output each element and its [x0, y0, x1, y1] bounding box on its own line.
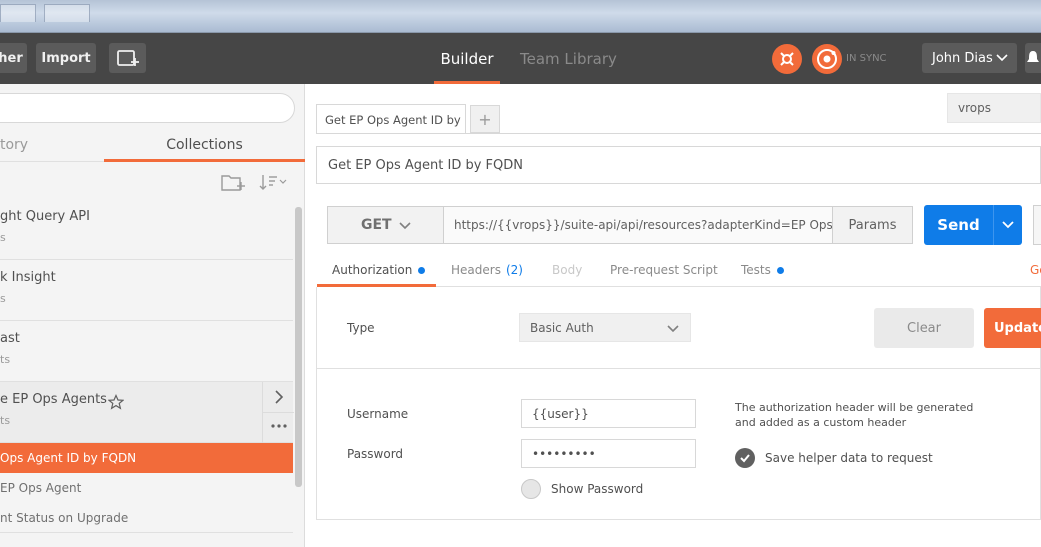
save-button[interactable]	[1033, 205, 1041, 245]
team-library-tab[interactable]: Team Library	[520, 33, 617, 84]
password-label: Password	[347, 447, 404, 461]
username-label: Username	[347, 407, 409, 421]
auth-note: The authorization header will be generat…	[735, 401, 974, 429]
bell-icon	[1027, 51, 1039, 62]
send-button[interactable]: Send	[924, 205, 993, 245]
tab-authorization[interactable]: Authorization	[332, 255, 426, 285]
window-chrome	[0, 0, 1041, 33]
request-label: EP Ops Agent	[0, 481, 82, 495]
divider	[263, 412, 294, 413]
collection-request-count: s	[0, 231, 6, 244]
send-options-button[interactable]	[993, 205, 1022, 245]
tab-pre-request-script[interactable]: Pre-request Script	[610, 255, 718, 285]
indicator-dot	[776, 266, 784, 274]
star-icon[interactable]	[108, 394, 124, 410]
clear-button[interactable]: Clear	[874, 308, 974, 348]
tab-label: Tests	[741, 263, 771, 277]
new-button[interactable]: her	[0, 43, 27, 73]
url-input[interactable]: https://{{vrops}}/suite-api/api/resource…	[443, 206, 833, 244]
more-icon[interactable]	[269, 422, 289, 430]
method-select[interactable]: GET	[327, 206, 444, 244]
import-button[interactable]: Import	[36, 43, 96, 73]
tab-label: Headers	[451, 263, 501, 277]
type-label: Type	[347, 321, 375, 335]
collection-request-count: ts	[0, 353, 11, 366]
request-item[interactable]: EP Ops Agent	[0, 473, 293, 503]
chevron-down-icon	[667, 325, 679, 333]
collection-name: e EP Ops Agents	[0, 392, 107, 407]
params-button[interactable]: Params	[832, 206, 913, 244]
request-item[interactable]: nt Status on Upgrade	[0, 503, 293, 533]
collection-name: k Insight	[0, 270, 56, 285]
section-divider	[316, 368, 1041, 369]
sort-icon[interactable]	[258, 172, 288, 192]
collection-item-active[interactable]: e EP Ops Agents ts	[0, 382, 294, 443]
plus-icon: +	[478, 109, 492, 129]
username-field[interactable]: {{user}}	[521, 399, 696, 428]
sync-status: IN SYNC	[846, 53, 887, 64]
builder-tab[interactable]: Builder	[434, 33, 500, 84]
request-name-bar[interactable]: Get EP Ops Agent ID by FQDN	[316, 146, 1041, 184]
tab-label: Authorization	[332, 263, 413, 277]
tab-divider	[316, 133, 1041, 134]
active-tab-indicator	[104, 159, 305, 162]
app-header: her Import Builder Team Library IN SYNC	[0, 33, 1041, 84]
notifications-button[interactable]	[1025, 43, 1041, 73]
tab-body[interactable]: Body	[552, 255, 582, 285]
headers-count: (2)	[505, 263, 523, 277]
tab-history[interactable]: tory	[0, 128, 28, 162]
show-password-toggle[interactable]	[521, 479, 541, 499]
auth-type-value: Basic Auth	[530, 320, 594, 335]
tab-collections[interactable]: Collections	[104, 128, 305, 162]
browser-tab[interactable]	[44, 4, 90, 22]
sidebar-scrollbar[interactable]	[295, 207, 302, 487]
collection-name: ast	[0, 331, 20, 346]
new-folder-icon[interactable]	[220, 172, 246, 192]
save-helper-label: Save helper data to request	[765, 451, 933, 465]
team-library-label: Team Library	[520, 49, 617, 68]
chevron-down-icon	[996, 54, 1008, 62]
satellite-icon	[780, 52, 794, 66]
new-window-icon	[116, 50, 139, 66]
chevron-right-icon[interactable]	[272, 389, 286, 405]
show-password-label: Show Password	[551, 482, 644, 496]
environment-select[interactable]: vrops	[947, 93, 1041, 123]
collection-item[interactable]: ght Query API s	[0, 199, 293, 260]
new-window-button[interactable]	[109, 43, 146, 73]
collection-name: ght Query API	[0, 209, 90, 224]
update-request-button[interactable]: Update Request	[984, 308, 1041, 348]
new-tab-button[interactable]: +	[470, 105, 500, 133]
request-label: Ops Agent ID by FQDN	[0, 451, 137, 465]
request-builder: Get EP Ops Agent ID by FQDN + vrops Get …	[306, 84, 1041, 547]
search-input[interactable]	[0, 93, 295, 123]
password-field[interactable]: •••••••••	[521, 439, 696, 468]
request-tab[interactable]: Get EP Ops Agent ID by FQDN	[316, 104, 466, 134]
chevron-down-icon	[399, 222, 411, 230]
tab-tests[interactable]: Tests	[741, 255, 784, 285]
user-menu[interactable]: John Dias	[922, 43, 1017, 73]
save-helper-checkbox[interactable]	[735, 448, 755, 468]
request-label: nt Status on Upgrade	[0, 510, 129, 525]
chevron-down-icon	[1002, 221, 1014, 229]
generate-code-link[interactable]: Ge	[1030, 263, 1041, 277]
collection-item[interactable]: k Insight s	[0, 260, 293, 321]
indicator-dot	[418, 266, 426, 274]
method-label: GET	[361, 217, 392, 233]
sync-icon	[817, 49, 837, 69]
tab-headers[interactable]: Headers (2)	[451, 255, 523, 285]
collection-actions	[262, 382, 294, 443]
browser-tab[interactable]	[0, 4, 36, 22]
sync-button[interactable]	[812, 44, 842, 74]
sidebar: tory Collections ght Query API s k Insig…	[0, 84, 305, 547]
interceptor-button[interactable]	[772, 44, 802, 74]
check-icon	[740, 454, 750, 463]
collection-item[interactable]: ast ts	[0, 321, 293, 382]
collection-request-count: ts	[0, 414, 11, 427]
builder-tab-label: Builder	[440, 49, 494, 68]
user-name: John Dias	[932, 50, 993, 66]
auth-type-select[interactable]: Basic Auth	[519, 313, 691, 342]
request-item-active[interactable]: Ops Agent ID by FQDN	[0, 443, 293, 473]
collection-request-count: s	[0, 292, 6, 305]
